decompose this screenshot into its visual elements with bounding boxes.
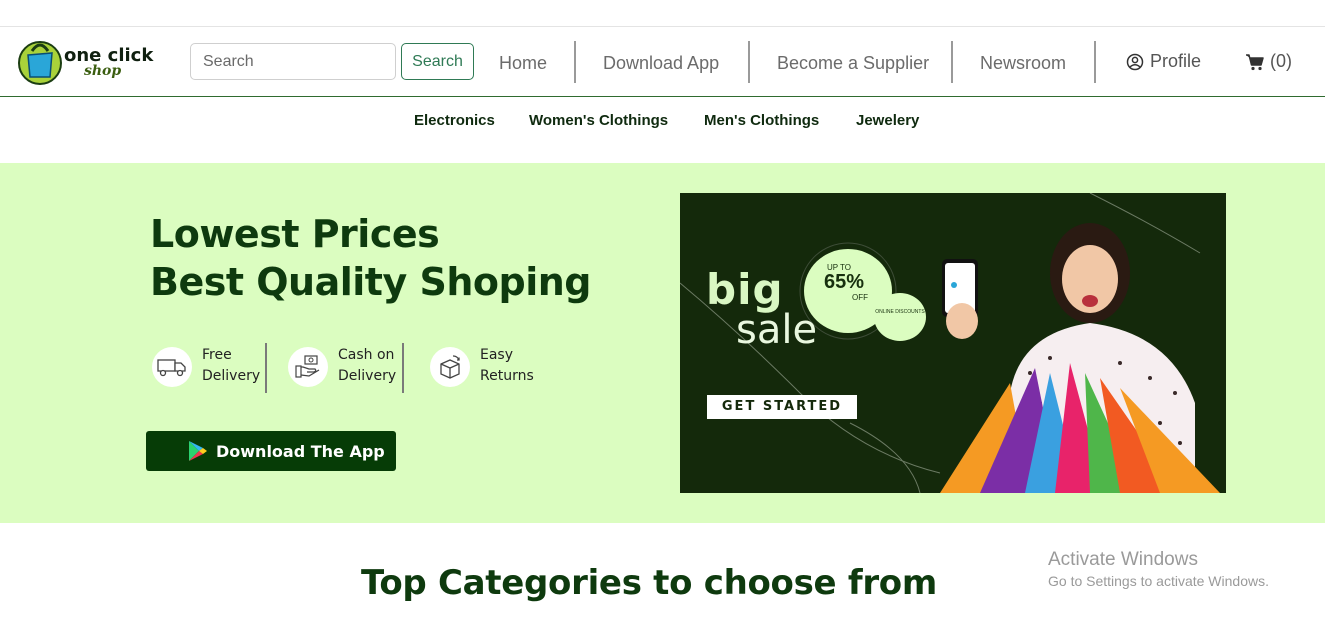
site-header: one click shop Search Home Download App … <box>0 27 1325 97</box>
hero-title-line1: Lowest Prices <box>150 212 440 256</box>
promo-banner[interactable]: big sale UP TO 65% OFF ONLINE DISCOUNTS … <box>680 193 1226 493</box>
feature-line2: Delivery <box>338 368 397 384</box>
download-app-button[interactable]: Download The App <box>146 431 396 471</box>
nav-divider <box>574 41 576 83</box>
logo[interactable]: one click shop <box>18 35 158 89</box>
nav-download-app[interactable]: Download App <box>603 53 719 74</box>
search-input[interactable] <box>190 43 396 80</box>
search-button[interactable]: Search <box>401 43 474 80</box>
nav-divider <box>748 41 750 83</box>
truck-icon <box>152 347 192 387</box>
cash-icon <box>288 347 328 387</box>
profile-link[interactable]: Profile <box>1126 51 1201 72</box>
windows-activation-watermark: Activate Windows Go to Settings to activ… <box>1048 549 1269 589</box>
feature-divider <box>265 343 267 393</box>
hero-title-line2: Best Quality Shoping <box>150 260 591 304</box>
feature-label: Free Delivery <box>202 345 260 387</box>
user-circle-icon <box>1126 53 1144 70</box>
category-bar: Electronics Women's Clothings Men's Clot… <box>0 97 1325 163</box>
feature-line1: Cash on <box>338 347 395 363</box>
watermark-line2: Go to Settings to activate Windows. <box>1048 573 1269 589</box>
download-app-label: Download The App <box>216 441 385 461</box>
profile-label: Profile <box>1150 51 1202 71</box>
feature-label: Easy Returns <box>480 345 534 387</box>
category-mens-clothing[interactable]: Men's Clothings <box>704 112 819 129</box>
top-strip <box>0 0 1325 27</box>
hero-title: Lowest Prices Best Quality Shoping <box>150 210 591 306</box>
category-jewelery[interactable]: Jewelery <box>856 112 919 129</box>
hero-section: Lowest Prices Best Quality Shoping Free … <box>0 163 1325 523</box>
feature-free-delivery: Free Delivery <box>152 345 260 387</box>
feature-line1: Easy <box>480 347 514 363</box>
category-electronics[interactable]: Electronics <box>414 112 495 129</box>
returns-box-icon <box>430 347 470 387</box>
banner-sale-text: sale <box>736 307 818 353</box>
discount-off: OFF <box>852 293 868 302</box>
discount-percent: 65% <box>824 271 865 293</box>
online-discounts-bubble: ONLINE DISCOUNTS <box>874 293 926 341</box>
cart-link[interactable]: (0) <box>1245 51 1292 72</box>
watermark-line1: Activate Windows <box>1048 549 1198 570</box>
feature-line1: Free <box>202 347 232 363</box>
feature-cash-on-delivery: Cash on Delivery <box>288 345 396 387</box>
nav-newsroom[interactable]: Newsroom <box>980 53 1066 74</box>
feature-divider <box>402 343 404 393</box>
category-womens-clothing[interactable]: Women's Clothings <box>529 112 668 129</box>
nav-home[interactable]: Home <box>499 53 547 74</box>
feature-label: Cash on Delivery <box>338 345 396 387</box>
cart-icon <box>1246 53 1264 70</box>
google-play-icon <box>189 441 207 461</box>
feature-line2: Delivery <box>202 368 261 384</box>
feature-easy-returns: Easy Returns <box>430 345 534 387</box>
page: one click shop Search Home Download App … <box>0 0 1325 623</box>
nav-divider <box>1094 41 1096 83</box>
nav-become-supplier[interactable]: Become a Supplier <box>777 53 929 74</box>
svg-text:shop: shop <box>84 63 121 79</box>
shopping-bag-logo-icon: one click shop <box>18 41 154 85</box>
nav-divider <box>951 41 953 83</box>
get-started-button[interactable]: GET STARTED <box>707 395 857 419</box>
cart-count: (0) <box>1270 51 1292 71</box>
feature-line2: Returns <box>480 368 534 384</box>
